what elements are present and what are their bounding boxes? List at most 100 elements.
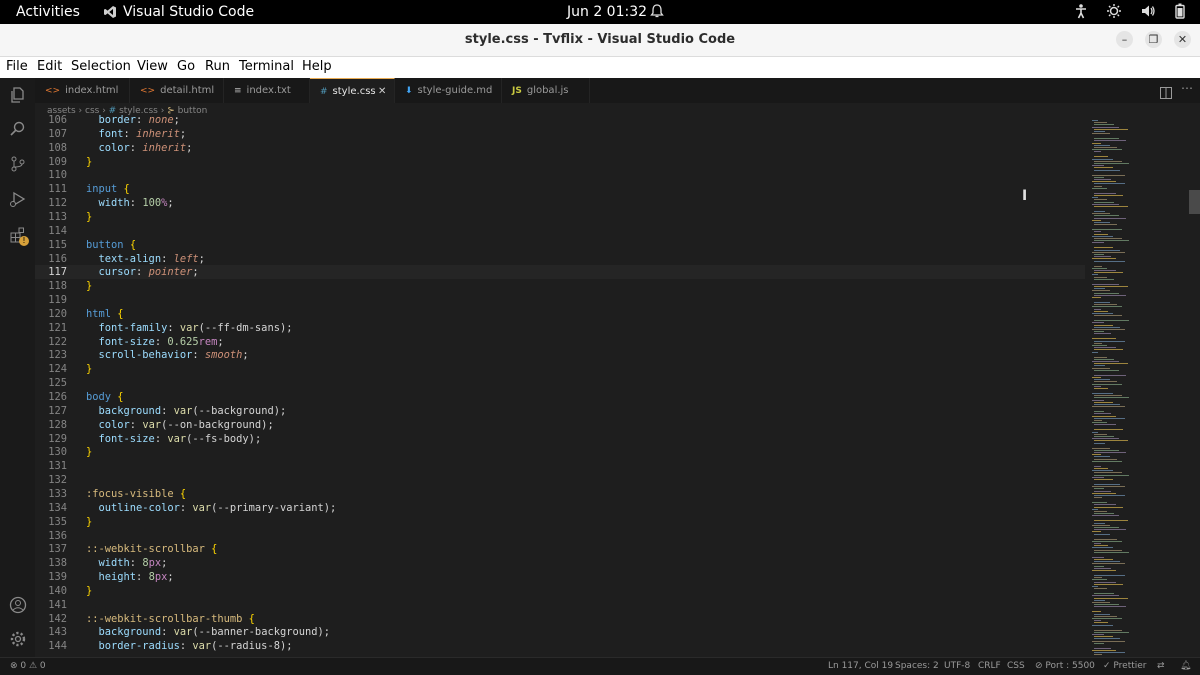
- cursor-position[interactable]: Ln 117, Col 19: [828, 661, 893, 671]
- menu-file[interactable]: File: [6, 59, 28, 74]
- code-line[interactable]: 142::-webkit-scrollbar-thumb {: [35, 612, 1085, 626]
- code-line[interactable]: 122 font-size: 0.625rem;: [35, 335, 1085, 349]
- accessibility-icon[interactable]: [1074, 3, 1088, 19]
- code-line[interactable]: 128 color: var(--on-background);: [35, 418, 1085, 432]
- tab-global-js[interactable]: JS global.js: [502, 78, 590, 103]
- minimap-line: [1092, 187, 1107, 189]
- code-line[interactable]: 130}: [35, 445, 1085, 459]
- problems-indicator[interactable]: ⊗ 0 ⚠ 0: [10, 661, 46, 671]
- menu-go[interactable]: Go: [177, 59, 195, 74]
- gear-icon[interactable]: [8, 630, 28, 650]
- code-line[interactable]: 125: [35, 376, 1085, 390]
- menu-terminal[interactable]: Terminal: [239, 59, 294, 74]
- language-mode[interactable]: CSS: [1007, 661, 1025, 671]
- live-server-port[interactable]: ⊘ Port : 5500: [1035, 661, 1095, 671]
- indentation-status[interactable]: Spaces: 2: [895, 661, 939, 671]
- code-line[interactable]: 119: [35, 293, 1085, 307]
- minimap-line: [1094, 511, 1107, 512]
- minimap-line: [1094, 538, 1117, 540]
- minimap-line: [1094, 308, 1101, 310]
- code-line[interactable]: 117 cursor: pointer;: [35, 265, 1085, 280]
- code-line[interactable]: 106 border: none;: [35, 114, 1085, 127]
- minimize-button[interactable]: –: [1116, 31, 1133, 48]
- code-line[interactable]: 120 html {: [35, 307, 1085, 321]
- brightness-icon[interactable]: [1106, 3, 1122, 19]
- code-line[interactable]: 113}: [35, 210, 1085, 224]
- encoding-status[interactable]: UTF-8: [944, 661, 970, 671]
- code-line[interactable]: 116 text-align: left;: [35, 252, 1085, 266]
- search-icon[interactable]: [8, 120, 28, 140]
- code-line[interactable]: 139 height: 8px;: [35, 570, 1085, 584]
- minimap-line: [1092, 219, 1101, 221]
- menu-run[interactable]: Run: [205, 59, 230, 74]
- tab-index-html[interactable]: <> index.html: [35, 78, 130, 103]
- code-line[interactable]: 107 font: inherit;: [35, 127, 1085, 141]
- code-line[interactable]: 126 body {: [35, 390, 1085, 404]
- code-line[interactable]: 144 border-radius: var(--radius-8);: [35, 639, 1085, 653]
- menu-selection[interactable]: Selection: [71, 59, 131, 74]
- code-line[interactable]: 140}: [35, 584, 1085, 598]
- code-line[interactable]: 118}: [35, 279, 1085, 293]
- code-line[interactable]: 132: [35, 473, 1085, 487]
- tab-style-css[interactable]: # style.css ✕: [310, 78, 395, 103]
- battery-icon[interactable]: [1174, 3, 1186, 19]
- system-tray[interactable]: [1074, 3, 1186, 19]
- code-line[interactable]: 121 font-family: var(--ff-dm-sans);: [35, 321, 1085, 335]
- explorer-icon[interactable]: [8, 86, 28, 106]
- bell-icon[interactable]: [650, 3, 664, 23]
- tab-style-guide-md[interactable]: ⬇ style-guide.md: [395, 78, 502, 103]
- code-line[interactable]: 123 scroll-behavior: smooth;: [35, 348, 1085, 362]
- tab-index-txt[interactable]: ≡ index.txt: [224, 78, 310, 103]
- code-line[interactable]: 134 outline-color: var(--primary-variant…: [35, 501, 1085, 515]
- code-line[interactable]: 138 width: 8px;: [35, 556, 1085, 570]
- code-line[interactable]: 115 button {: [35, 238, 1085, 252]
- window-title-bar[interactable]: style.css - Tvflix - Visual Studio Code …: [0, 24, 1200, 57]
- activities-button[interactable]: Activities: [16, 4, 80, 20]
- minimap-line: [1092, 508, 1098, 510]
- minimap-line: [1094, 215, 1119, 217]
- code-line[interactable]: 135}: [35, 515, 1085, 529]
- split-editor-icon[interactable]: [1160, 84, 1172, 103]
- prettier-status[interactable]: ✓ Prettier: [1103, 661, 1147, 671]
- code-line[interactable]: 109}: [35, 155, 1085, 169]
- code-line[interactable]: 127 background: var(--background);: [35, 404, 1085, 418]
- code-line[interactable]: 112 width: 100%;: [35, 196, 1085, 210]
- notifications-icon[interactable]: 🔔︎: [1180, 661, 1191, 671]
- minimap-line: [1092, 120, 1098, 121]
- code-editor[interactable]: 106 border: none; 107 font: inherit; 108 c…: [35, 114, 1085, 657]
- close-tab-icon[interactable]: ✕: [378, 79, 386, 104]
- code-line[interactable]: 131: [35, 459, 1085, 473]
- code-line[interactable]: 141: [35, 598, 1085, 612]
- more-actions-icon[interactable]: ⋯: [1181, 81, 1193, 95]
- run-debug-icon[interactable]: [8, 190, 28, 210]
- editor-scrollbar[interactable]: [1189, 190, 1200, 214]
- minimap-line: [1094, 442, 1105, 444]
- code-line[interactable]: 110: [35, 168, 1085, 182]
- code-line[interactable]: 143 background: var(--banner-background)…: [35, 625, 1085, 639]
- code-line[interactable]: 114: [35, 224, 1085, 238]
- close-window-button[interactable]: ✕: [1174, 31, 1191, 48]
- code-line[interactable]: 133:focus-visible {: [35, 487, 1085, 501]
- feedback-icon[interactable]: ⇄: [1157, 661, 1165, 671]
- maximize-button[interactable]: ❐: [1145, 31, 1162, 48]
- menu-edit[interactable]: Edit: [37, 59, 62, 74]
- code-line[interactable]: 108 color: inherit;: [35, 141, 1085, 155]
- line-number: 139: [48, 571, 67, 584]
- minimap-line: [1094, 458, 1117, 460]
- minimap-line: [1094, 272, 1123, 274]
- source-control-icon[interactable]: [8, 155, 28, 175]
- eol-status[interactable]: CRLF: [978, 661, 1001, 671]
- clock[interactable]: Jun 2 01:32: [567, 4, 647, 20]
- menu-view[interactable]: View: [137, 59, 168, 74]
- code-line[interactable]: 124}: [35, 362, 1085, 376]
- code-line[interactable]: 111 input {: [35, 182, 1085, 196]
- tab-detail-html[interactable]: <> detail.html: [130, 78, 224, 103]
- account-icon[interactable]: [8, 596, 28, 616]
- minimap[interactable]: [1090, 120, 1140, 657]
- menu-help[interactable]: Help: [302, 59, 332, 74]
- code-line[interactable]: 129 font-size: var(--fs-body);: [35, 432, 1085, 446]
- code-line[interactable]: 136: [35, 529, 1085, 543]
- app-menu[interactable]: Visual Studio Code: [103, 4, 254, 20]
- code-line[interactable]: 137::-webkit-scrollbar {: [35, 542, 1085, 556]
- volume-icon[interactable]: [1140, 3, 1156, 19]
